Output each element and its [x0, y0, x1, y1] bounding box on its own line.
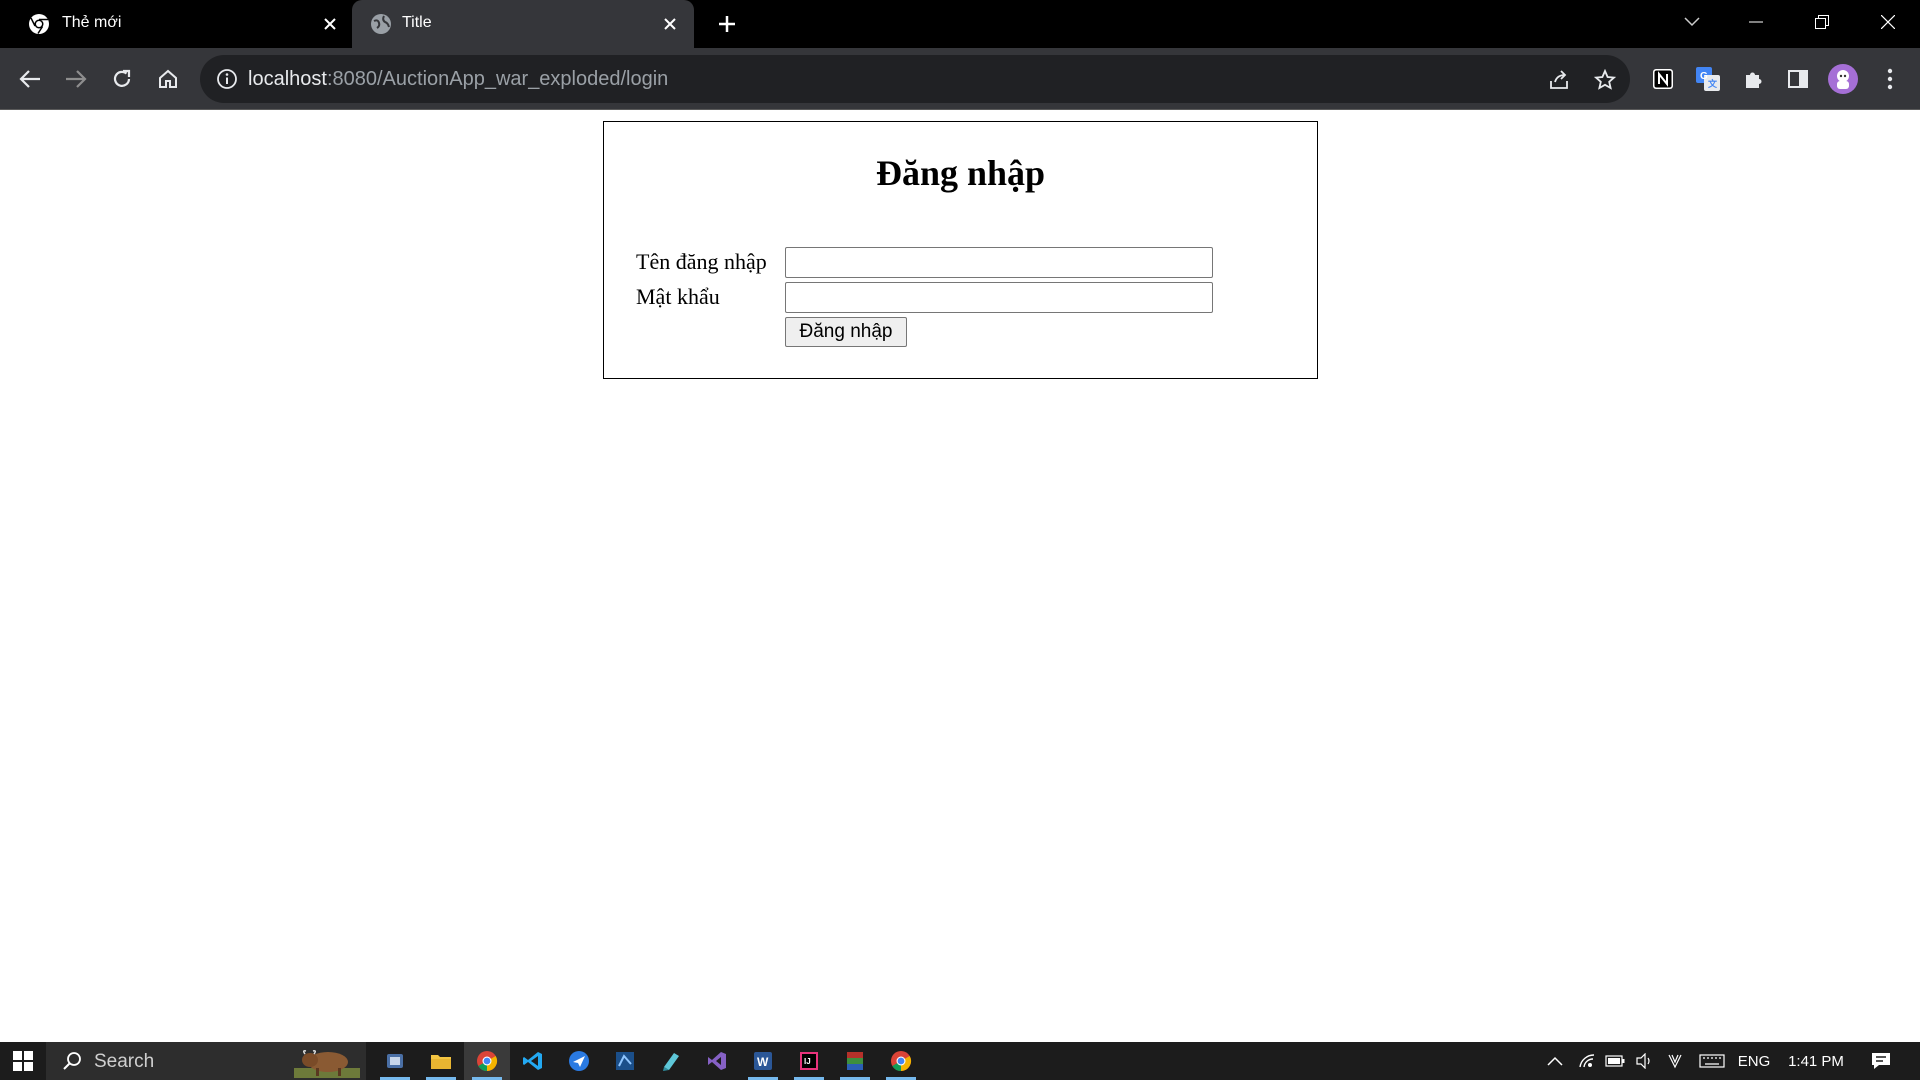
taskbar-app-notepad[interactable]	[648, 1042, 694, 1080]
taskbar-search-box[interactable]: Search	[46, 1042, 366, 1080]
taskbar-app-chrome-alt[interactable]	[878, 1042, 924, 1080]
taskbar-app-intellij[interactable]: IJ	[786, 1042, 832, 1080]
search-icon	[62, 1051, 82, 1071]
tab-title: Title	[402, 14, 432, 31]
restore-icon[interactable]	[1790, 0, 1854, 44]
clock-time[interactable]: 1:41 PM	[1780, 1042, 1852, 1080]
notion-extension-icon[interactable]	[1647, 63, 1679, 95]
home-icon[interactable]	[152, 63, 184, 95]
taskbar-app-chrome[interactable]	[464, 1042, 510, 1080]
login-submit-button[interactable]: Đăng nhập	[785, 317, 907, 347]
windows-taskbar: Search W IJ ENG 1:41 PM	[0, 1042, 1920, 1080]
search-highlight-bison-icon	[294, 1044, 360, 1078]
login-form-box: Đăng nhập Tên đăng nhập Mật khẩu Đăng nh…	[603, 121, 1318, 379]
globe-icon	[370, 13, 392, 35]
tab-new-tab[interactable]: Thẻ mới	[0, 0, 352, 48]
browser-tab-strip: Thẻ mới Title	[0, 0, 1920, 48]
svg-text:G: G	[1700, 71, 1708, 82]
username-label: Tên đăng nhập	[636, 249, 767, 274]
url-host: localhost	[248, 68, 327, 90]
reload-icon[interactable]	[106, 63, 138, 95]
forward-arrow-icon[interactable]	[60, 63, 92, 95]
battery-icon[interactable]	[1600, 1042, 1630, 1080]
taskbar-app-thunderbird[interactable]	[556, 1042, 602, 1080]
taskbar-app-file-explorer[interactable]	[418, 1042, 464, 1080]
username-input[interactable]	[785, 247, 1213, 278]
chrome-favicon-icon	[28, 13, 50, 35]
profile-avatar[interactable]	[1827, 63, 1859, 95]
taskbar-app-winrar[interactable]	[832, 1042, 878, 1080]
puzzle-extensions-icon[interactable]	[1737, 63, 1769, 95]
svg-text:IJ: IJ	[804, 1057, 811, 1066]
taskbar-app-visual-studio[interactable]	[694, 1042, 740, 1080]
windows-start-icon[interactable]	[0, 1042, 46, 1080]
tab-title: Thẻ mới	[62, 14, 122, 31]
vpn-v-icon[interactable]	[1660, 1042, 1690, 1080]
taskbar-app-task-view[interactable]	[372, 1042, 418, 1080]
tab-search-chevron-icon[interactable]	[1660, 0, 1724, 44]
volume-icon[interactable]	[1629, 1042, 1659, 1080]
minimize-icon[interactable]	[1724, 0, 1788, 44]
close-window-icon[interactable]	[1856, 0, 1920, 44]
language-indicator[interactable]: ENG	[1734, 1042, 1774, 1080]
keyboard-icon[interactable]	[1694, 1042, 1730, 1080]
url-path: :8080/AuctionApp_war_exploded/login	[326, 68, 669, 90]
share-icon[interactable]	[1546, 67, 1572, 93]
info-icon[interactable]	[216, 68, 238, 90]
notification-center-icon[interactable]	[1862, 1042, 1900, 1080]
translate-extension-icon[interactable]: G文	[1692, 63, 1724, 95]
svg-text:文: 文	[1707, 78, 1718, 89]
close-icon[interactable]	[318, 12, 342, 36]
address-bar[interactable]: localhost:8080/AuctionApp_war_exploded/l…	[200, 55, 1630, 103]
login-heading: Đăng nhập	[875, 153, 1046, 193]
new-tab-plus-icon[interactable]	[713, 10, 741, 38]
url-text: localhost:8080/AuctionApp_war_exploded/l…	[248, 68, 668, 91]
star-bookmark-icon[interactable]	[1592, 67, 1618, 93]
side-panel-icon[interactable]	[1782, 63, 1814, 95]
password-label: Mật khẩu	[636, 284, 720, 309]
tab-title-page[interactable]: Title	[352, 0, 694, 48]
taskbar-app-word[interactable]: W	[740, 1042, 786, 1080]
password-input[interactable]	[785, 282, 1213, 313]
browser-toolbar: localhost:8080/AuctionApp_war_exploded/l…	[0, 48, 1920, 110]
svg-text:W: W	[757, 1055, 769, 1069]
wifi-icon[interactable]	[1572, 1042, 1602, 1080]
back-arrow-icon[interactable]	[14, 63, 46, 95]
taskbar-app-vscode[interactable]	[510, 1042, 556, 1080]
search-placeholder: Search	[94, 1051, 155, 1072]
menu-kebab-icon[interactable]	[1874, 63, 1906, 95]
taskbar-app-jetbrains[interactable]	[602, 1042, 648, 1080]
tray-chevron-up-icon[interactable]	[1540, 1042, 1570, 1080]
close-icon[interactable]	[658, 12, 682, 36]
